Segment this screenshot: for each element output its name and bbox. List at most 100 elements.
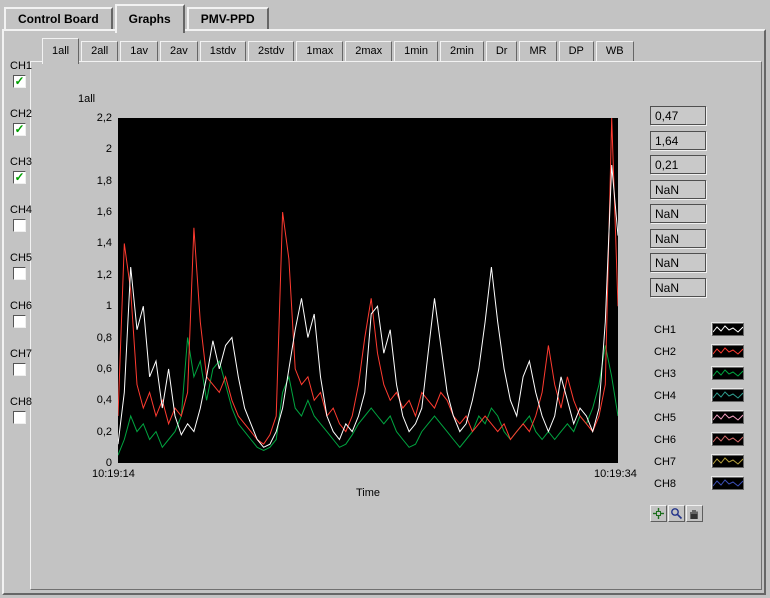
channel-group-CH4: CH4	[10, 204, 44, 238]
chart-plot-area	[118, 118, 618, 463]
legend-label-CH8: CH8	[654, 478, 676, 490]
y-tick-label: 1	[66, 300, 112, 312]
legend-sample-CH2[interactable]	[712, 345, 744, 358]
sub-tab-2av[interactable]: 2av	[160, 41, 198, 61]
value-indicator-CH1: 0,47	[650, 106, 706, 125]
cursor-tool-button[interactable]	[650, 505, 667, 522]
sub-tab-2max[interactable]: 2max	[345, 41, 392, 61]
x-axis-end-label: 10:19:34	[594, 468, 637, 480]
crosshair-icon	[652, 507, 665, 520]
channel-value-indicators: 0,471,640,21NaNNaNNaNNaNNaN	[650, 106, 706, 301]
legend-row-CH6: CH6	[654, 433, 746, 448]
magnifier-icon	[670, 507, 683, 520]
channel-group-CH6: CH6	[10, 300, 44, 334]
value-indicator-CH8: NaN	[650, 278, 706, 297]
channel-checkbox-CH3[interactable]: ✓	[13, 171, 26, 184]
y-tick-label: 1,8	[66, 175, 112, 187]
graph-type-tab-bar: 1all2all1av2av1stdv2stdv1max2max1min2min…	[42, 39, 636, 61]
channel-checkbox-CH7[interactable]	[13, 363, 26, 376]
channel-checkbox-CH1[interactable]: ✓	[13, 75, 26, 88]
channel-group-CH1: CH1 ✓	[10, 60, 44, 94]
legend-row-CH1: CH1	[654, 323, 746, 338]
value-indicator-CH5: NaN	[650, 204, 706, 223]
sub-tab-1all[interactable]: 1all	[42, 38, 79, 64]
channel-checkbox-CH6[interactable]	[13, 315, 26, 328]
channel-label-CH3: CH3	[10, 156, 44, 169]
legend-sample-CH5[interactable]	[712, 411, 744, 424]
channel-label-CH6: CH6	[10, 300, 44, 313]
graph-palette	[650, 505, 704, 522]
sub-tab-2min[interactable]: 2min	[440, 41, 484, 61]
channel-checkbox-column: CH1 ✓ CH2 ✓ CH3 ✓ CH4 CH5 CH6 CH7 CH8	[10, 60, 44, 450]
app-window: Control BoardGraphsPMV-PPD 1all2all1av2a…	[0, 0, 770, 598]
legend-label-CH6: CH6	[654, 434, 676, 446]
channel-checkbox-CH8[interactable]	[13, 411, 26, 424]
sub-tab-1av[interactable]: 1av	[120, 41, 158, 61]
trace-CH2	[118, 118, 618, 444]
channel-group-CH2: CH2 ✓	[10, 108, 44, 142]
main-tab-graphs[interactable]: Graphs	[115, 4, 185, 33]
legend-row-CH8: CH8	[654, 477, 746, 492]
chart-title: 1all	[78, 93, 95, 105]
x-axis-start-label: 10:19:14	[92, 468, 135, 480]
chart-traces	[118, 118, 618, 463]
channel-group-CH3: CH3 ✓	[10, 156, 44, 190]
value-indicator-CH2: 1,64	[650, 131, 706, 150]
legend-row-CH3: CH3	[654, 367, 746, 382]
channel-label-CH2: CH2	[10, 108, 44, 121]
channel-group-CH7: CH7	[10, 348, 44, 382]
y-axis-tick-labels: 2,221,81,61,41,210,80,60,40,20	[66, 112, 112, 469]
chart-legend: CH1 CH2 CH3 CH4 CH5 CH6 CH7 CH8	[654, 323, 746, 503]
legend-sample-CH7[interactable]	[712, 455, 744, 468]
legend-label-CH5: CH5	[654, 412, 676, 424]
channel-label-CH1: CH1	[10, 60, 44, 73]
legend-row-CH4: CH4	[654, 389, 746, 404]
y-tick-label: 1,4	[66, 237, 112, 249]
legend-row-CH2: CH2	[654, 345, 746, 360]
legend-label-CH7: CH7	[654, 456, 676, 468]
y-tick-label: 1,2	[66, 269, 112, 281]
channel-label-CH5: CH5	[10, 252, 44, 265]
sub-tab-2stdv[interactable]: 2stdv	[248, 41, 294, 61]
legend-row-CH5: CH5	[654, 411, 746, 426]
sub-tab-dp[interactable]: DP	[559, 41, 594, 61]
legend-row-CH7: CH7	[654, 455, 746, 470]
channel-checkbox-CH4[interactable]	[13, 219, 26, 232]
sub-tab-mr[interactable]: MR	[519, 41, 556, 61]
legend-sample-CH3[interactable]	[712, 367, 744, 380]
y-tick-label: 2	[66, 143, 112, 155]
value-indicator-CH7: NaN	[650, 253, 706, 272]
hand-icon	[688, 507, 701, 520]
legend-sample-CH4[interactable]	[712, 389, 744, 402]
legend-sample-CH8[interactable]	[712, 477, 744, 490]
y-tick-label: 0,6	[66, 363, 112, 375]
sub-tab-dr[interactable]: Dr	[486, 41, 518, 61]
channel-label-CH8: CH8	[10, 396, 44, 409]
channel-label-CH4: CH4	[10, 204, 44, 217]
sub-tab-1stdv[interactable]: 1stdv	[200, 41, 246, 61]
y-tick-label: 2,2	[66, 112, 112, 124]
legend-label-CH1: CH1	[654, 324, 676, 336]
legend-sample-CH6[interactable]	[712, 433, 744, 446]
sub-tab-1max[interactable]: 1max	[296, 41, 343, 61]
zoom-tool-button[interactable]	[668, 505, 685, 522]
channel-group-CH5: CH5	[10, 252, 44, 286]
legend-label-CH2: CH2	[654, 346, 676, 358]
channel-checkbox-CH2[interactable]: ✓	[13, 123, 26, 136]
value-indicator-CH6: NaN	[650, 229, 706, 248]
legend-sample-CH1[interactable]	[712, 323, 744, 336]
trace-CH1	[118, 165, 618, 447]
channel-label-CH7: CH7	[10, 348, 44, 361]
sub-tab-2all[interactable]: 2all	[81, 41, 118, 61]
channel-group-CH8: CH8	[10, 396, 44, 430]
y-tick-label: 0,2	[66, 426, 112, 438]
legend-label-CH4: CH4	[654, 390, 676, 402]
value-indicator-CH4: NaN	[650, 180, 706, 199]
main-tab-control-board[interactable]: Control Board	[4, 7, 113, 29]
x-axis-title: Time	[118, 487, 618, 499]
pan-tool-button[interactable]	[686, 505, 703, 522]
channel-checkbox-CH5[interactable]	[13, 267, 26, 280]
main-tab-pmv-ppd[interactable]: PMV-PPD	[187, 7, 269, 29]
sub-tab-1min[interactable]: 1min	[394, 41, 438, 61]
sub-tab-wb[interactable]: WB	[596, 41, 634, 61]
